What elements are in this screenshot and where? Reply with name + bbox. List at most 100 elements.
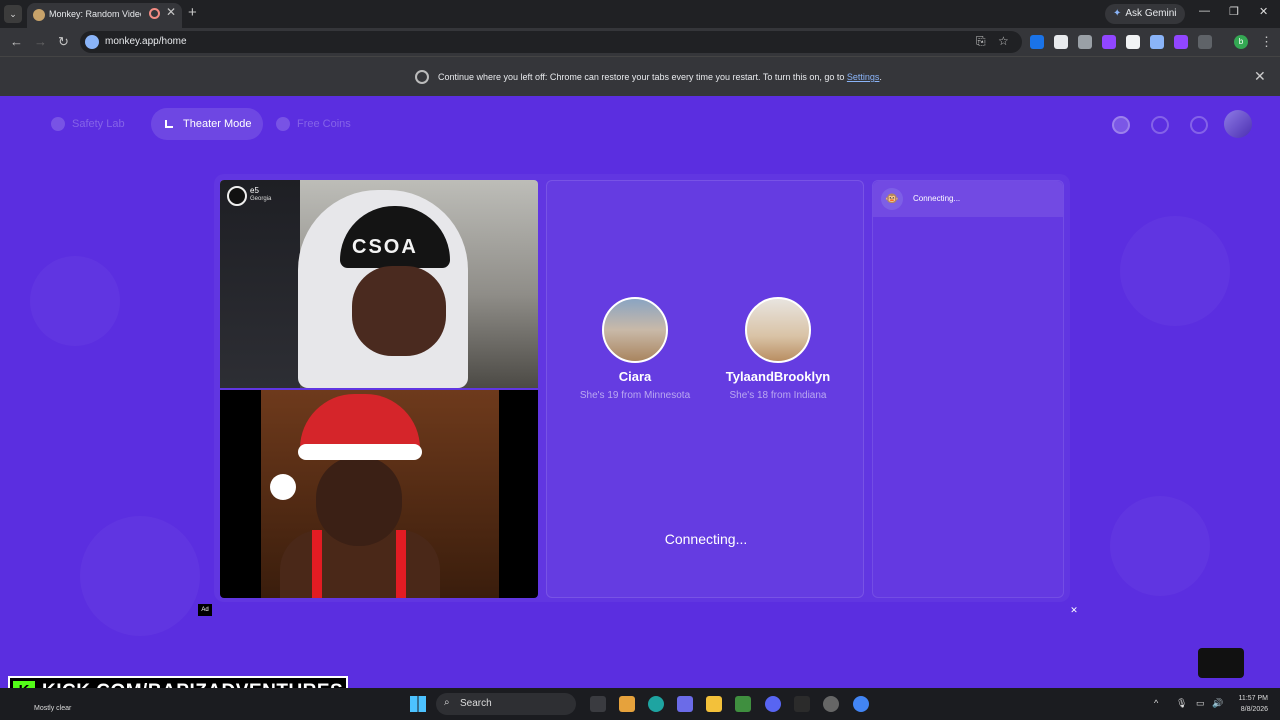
extension-icon[interactable] (1054, 35, 1068, 49)
maximize-button[interactable]: ❐ (1229, 5, 1239, 18)
windows-taskbar: Mostly clear ⌕ Search ^ 🎙 ▭ 🔊 11:57 PM 8… (0, 688, 1280, 720)
match-card[interactable]: TylaandBrooklyn She's 18 from Indiana (698, 297, 858, 401)
monkey-favicon-icon (33, 9, 45, 21)
close-infobar-icon[interactable]: ✕ (1254, 68, 1266, 85)
theater-mode-label: Theater Mode (183, 118, 252, 130)
chevron-up-icon[interactable]: ^ (1154, 698, 1158, 708)
match-name: TylaandBrooklyn (725, 369, 831, 384)
match-card[interactable]: Ciara She's 19 from Minnesota (555, 297, 715, 401)
volume-icon[interactable]: 🔊 (1212, 698, 1223, 709)
video-chat-container: CSOA e5 Georgia Ciara She's 19 from Minn… (214, 174, 1070, 602)
extension-icon[interactable] (1030, 35, 1044, 49)
discord-icon[interactable] (765, 696, 781, 712)
background-decoration (1110, 496, 1210, 596)
search-label: Search (460, 698, 492, 709)
santa-hat-trim (298, 444, 422, 460)
close-ad-icon[interactable]: ✕ (1068, 604, 1080, 616)
chrome-icon[interactable] (853, 696, 869, 712)
video-stack: CSOA e5 Georgia (220, 180, 538, 598)
site-info-icon[interactable] (85, 35, 99, 49)
new-tab-button[interactable]: + (188, 4, 197, 21)
connecting-status: Connecting... (664, 531, 748, 547)
account-icon[interactable] (1112, 116, 1130, 134)
santa-hat-pom (270, 474, 296, 500)
address-bar[interactable]: monkey.app/home ⎘ ☆ (80, 31, 1022, 53)
recording-icon (149, 8, 160, 19)
face (352, 266, 446, 356)
browser-toolbar: ← → ↻ monkey.app/home ⎘ ☆ b ⋮ (0, 28, 1280, 56)
url-text: monkey.app/home (105, 36, 187, 47)
free-coins-button[interactable]: Free Coins (265, 108, 363, 140)
chat-panel: 🐵 Connecting... (872, 180, 1064, 598)
twitch-extension-icon[interactable] (1174, 35, 1188, 49)
match-panel: Ciara She's 19 from Minnesota TylaandBro… (546, 180, 864, 598)
ask-gemini-label: Ask Gemini (1125, 8, 1177, 19)
background-decoration (1120, 216, 1230, 326)
file-explorer-icon[interactable] (706, 696, 722, 712)
menu-kebab-icon[interactable]: ⋮ (1260, 34, 1273, 50)
copilot-icon[interactable] (677, 696, 693, 712)
bookmark-star-icon[interactable]: ☆ (998, 34, 1009, 48)
restore-tabs-infobar: Continue where you left off: Chrome can … (0, 56, 1280, 96)
skull-avatar-icon (227, 186, 247, 206)
weather-text[interactable]: Mostly clear (34, 705, 71, 712)
clock[interactable]: 11:57 PM 8/8/2026 (1228, 693, 1268, 715)
history-clock-icon[interactable] (1151, 116, 1169, 134)
chat-connecting-status: Connecting... (913, 194, 961, 203)
reload-icon[interactable]: ↻ (58, 34, 69, 50)
coins-icon (276, 117, 290, 131)
match-description: She's 18 from Indiana (729, 390, 827, 401)
cam-location: Georgia (250, 196, 272, 202)
app-icon[interactable] (794, 696, 810, 712)
chat-bubble-icon[interactable] (1190, 116, 1208, 134)
theater-mode-button[interactable]: Theater Mode (151, 108, 264, 140)
clock-date: 8/8/2026 (1240, 706, 1268, 713)
task-view-icon[interactable] (590, 696, 606, 712)
extension-icon[interactable] (1126, 35, 1140, 49)
app-icon[interactable] (735, 696, 751, 712)
tab-title: Monkey: Random Video Ch (49, 9, 141, 19)
settings-link[interactable]: Settings (847, 72, 880, 82)
install-app-icon[interactable]: ⎘ (976, 34, 986, 49)
background-decoration (30, 256, 120, 346)
edge-icon[interactable] (648, 696, 664, 712)
ask-gemini-button[interactable]: ✦ Ask Gemini (1105, 4, 1185, 24)
chrome-icon (415, 70, 429, 84)
suspender-right (396, 530, 406, 598)
partner-camera-feed (220, 390, 538, 598)
restore-text: Continue where you left off: Chrome can … (438, 72, 845, 82)
safety-lab-button[interactable]: Safety Lab (40, 108, 137, 140)
tab-strip: ⌄ Monkey: Random Video Ch ✕ + ✦Ask Gemin… (0, 0, 1280, 28)
match-photo (602, 297, 668, 363)
taskbar-search[interactable]: ⌕ Search (436, 693, 576, 715)
twitch-extension-icon[interactable] (1102, 35, 1116, 49)
match-description: She's 19 from Minnesota (579, 390, 691, 401)
close-tab-icon[interactable]: ✕ (166, 5, 176, 19)
close-window-button[interactable]: ✕ (1259, 5, 1268, 18)
shield-icon (51, 117, 65, 131)
windows-start-icon[interactable] (410, 696, 426, 712)
tab-search-button[interactable]: ⌄ (4, 5, 22, 23)
forward-icon[interactable]: → (34, 34, 47, 49)
back-icon[interactable]: ← (10, 34, 23, 49)
chat-header: 🐵 Connecting... (873, 181, 1063, 217)
background-decoration (80, 516, 200, 636)
extensions-puzzle-icon[interactable] (1198, 35, 1212, 49)
gemini-spark-icon: ✦ (1113, 8, 1122, 19)
profile-avatar[interactable]: b (1234, 35, 1248, 49)
minimize-button[interactable]: — (1199, 5, 1210, 17)
extension-icon[interactable] (1150, 35, 1164, 49)
search-icon: ⌕ (444, 697, 450, 708)
active-tab[interactable]: Monkey: Random Video Ch ✕ (27, 3, 182, 28)
monkey-page: Safety Lab Theater Mode Free Coins CSOA … (0, 96, 1280, 688)
extension-icon[interactable] (1078, 35, 1092, 49)
restore-suffix: . (879, 72, 882, 82)
network-icon[interactable]: ▭ (1196, 698, 1205, 709)
app-icon[interactable] (823, 696, 839, 712)
store-icon[interactable] (619, 696, 635, 712)
monkey-avatar-icon: 🐵 (881, 188, 903, 210)
user-avatar[interactable] (1224, 110, 1252, 138)
face (316, 456, 402, 546)
microphone-icon[interactable]: 🎙 (1176, 698, 1187, 709)
expand-icon (165, 120, 173, 128)
